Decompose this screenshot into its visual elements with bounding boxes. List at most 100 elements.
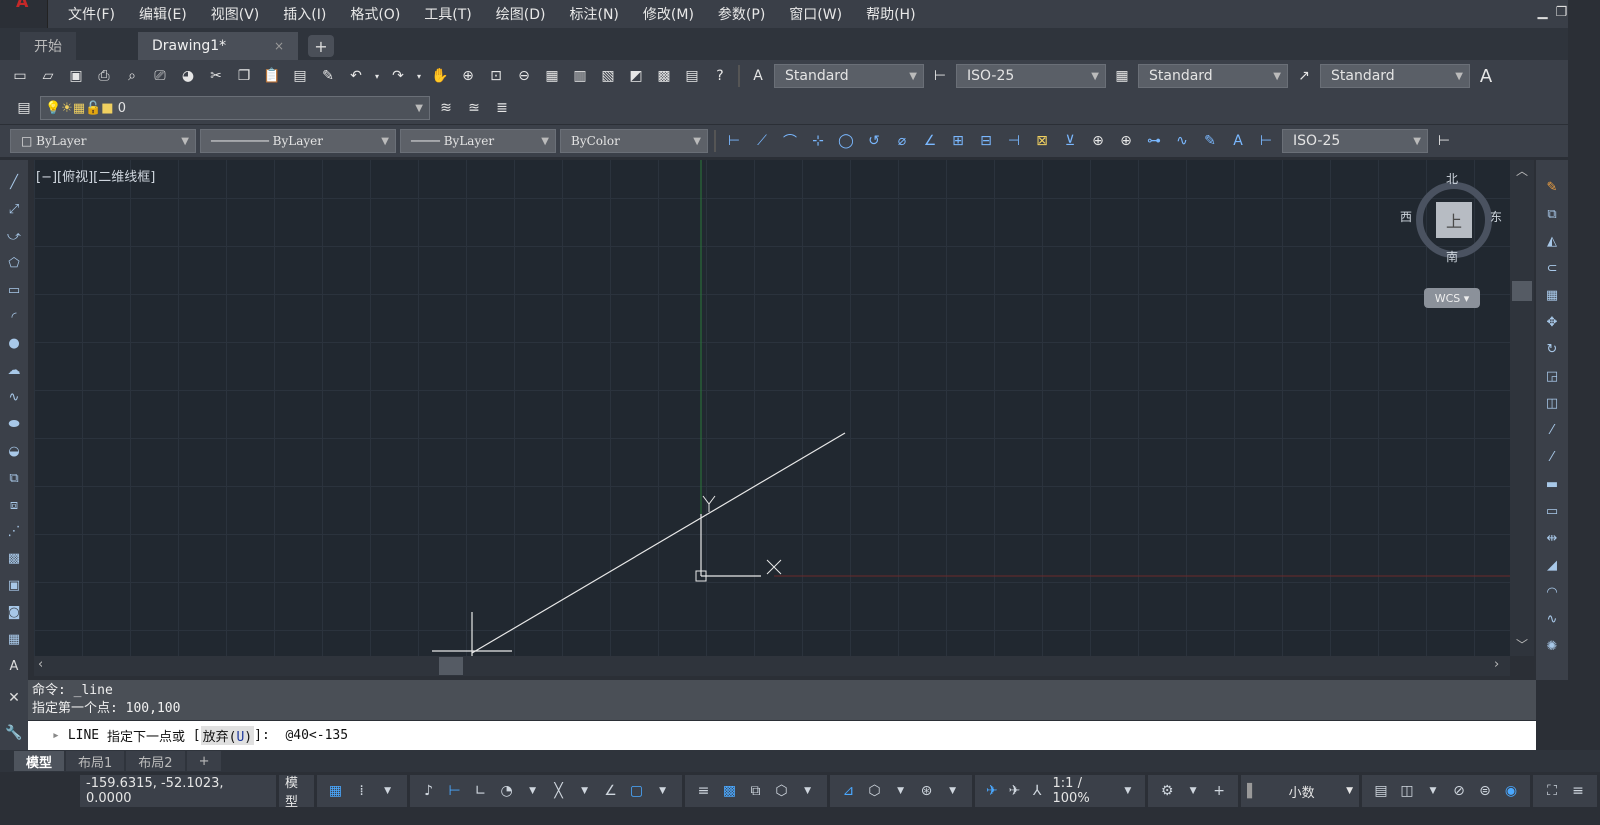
color-select[interactable]: □ ByLayer ▼ [10,129,196,153]
make-block-icon[interactable]: ⧈ [3,494,25,516]
drawn-line[interactable] [471,432,846,654]
new-file-icon[interactable]: ▭ [8,64,32,88]
chamfer-icon[interactable]: ◢ [1541,554,1563,576]
menu-file[interactable]: 文件(F) [56,4,127,24]
annotation-scale-icon[interactable]: ⅄ [1028,780,1047,802]
match-properties-icon[interactable]: ✎ [316,64,340,88]
3d-osnap-dropdown-icon[interactable]: ▼ [797,780,819,802]
mtext-icon[interactable]: A [3,655,25,677]
clean-screen-icon[interactable]: ◉ [1500,780,1522,802]
text-icon[interactable]: A [1474,64,1498,88]
compass-north[interactable]: 北 [1446,170,1458,187]
auto-scale-icon[interactable]: ✈ [1005,780,1024,802]
customize-icon[interactable]: 🔧 [5,725,22,741]
polar-icon[interactable]: ◔ [496,780,518,802]
dim-style-manager-icon[interactable]: ⊢ [1432,129,1456,153]
design-center-icon[interactable]: ▥ [568,64,592,88]
ordinate-dim-icon[interactable]: ⊹ [806,129,830,153]
calculator-icon[interactable]: ▤ [680,64,704,88]
mirror-icon[interactable]: ◭ [1541,230,1563,252]
vertical-scrollbar[interactable]: ︿ ﹀ [1510,160,1534,656]
menu-window[interactable]: 窗口(W) [777,4,854,24]
revision-cloud-icon[interactable]: ☁ [3,360,25,382]
infer-constraints-icon[interactable]: ♪ [418,780,440,802]
lock-ui-icon[interactable]: ◫ [1396,780,1418,802]
trim-icon[interactable]: ⁄ [1541,419,1563,441]
spline-icon[interactable]: ∿ [3,387,25,409]
menu-parametric[interactable]: 参数(P) [706,4,777,24]
line-icon[interactable]: ╱ [3,172,25,194]
save-icon[interactable]: ▣ [64,64,88,88]
menu-help[interactable]: 帮助(H) [854,4,927,24]
offset-icon[interactable]: ⊂ [1541,257,1563,279]
snap-dropdown-icon[interactable]: ▼ [377,780,399,802]
circle-icon[interactable]: ● [3,333,25,355]
print-preview-icon[interactable]: ⌕ [120,64,144,88]
customization-icon[interactable]: ≡ [1567,780,1589,802]
command-input[interactable]: ▸ LINE 指定下一点或 [放弃(U)]: @40<-135 [28,721,1536,750]
polyline-icon[interactable]: ⤻ [3,226,25,248]
quick-properties-icon[interactable]: ▤ [1370,780,1392,802]
annotation-scale-value[interactable]: 1:1 / 100% [1053,776,1113,806]
dim-style-select-2[interactable]: ISO-25 ▼ [1282,129,1428,153]
menu-dimension[interactable]: 标注(N) [558,4,631,24]
snap-icon[interactable]: ⁞ [351,780,373,802]
selection-cycling-icon[interactable]: ⧉ [745,780,767,802]
move-icon[interactable]: ✥ [1541,311,1563,333]
pan-icon[interactable]: ✋ [428,64,452,88]
ellipse-icon[interactable]: ⬬ [3,414,25,436]
workspace-dropdown-icon[interactable]: ▼ [1182,780,1204,802]
ellipse-arc-icon[interactable]: ◒ [3,440,25,462]
3d-osnap-icon[interactable]: ⬡ [771,780,793,802]
help-icon[interactable]: ? [708,64,732,88]
fillet-icon[interactable]: ◠ [1541,581,1563,603]
selection-filter-icon[interactable]: ⬡ [864,780,886,802]
object-snap-icon[interactable]: ▢ [626,780,648,802]
sheet-set-icon[interactable]: ◩ [624,64,648,88]
3d-print-icon[interactable]: ◕ [176,64,200,88]
stretch-icon[interactable]: ◫ [1541,392,1563,414]
paste-icon[interactable]: 📋 [260,64,284,88]
gradient-icon[interactable]: ▣ [3,575,25,597]
dim-style-select[interactable]: ISO-25 ▼ [956,64,1106,88]
polygon-icon[interactable]: ⬠ [3,253,25,275]
baseline-dim-icon[interactable]: ⊟ [974,129,998,153]
insert-block-icon[interactable]: ⧉ [3,467,25,489]
scroll-right-icon[interactable]: › [1494,657,1499,672]
close-command-line-icon[interactable]: ✕ [8,690,20,706]
dim-style-icon[interactable]: ⊢ [928,64,952,88]
gizmo-dropdown-icon[interactable]: ▼ [942,780,964,802]
polar-dropdown-icon[interactable]: ▼ [522,780,544,802]
menu-modify[interactable]: 修改(M) [631,4,706,24]
point-icon[interactable]: ⋰ [3,521,25,543]
menu-tools[interactable]: 工具(T) [412,4,483,24]
units-select[interactable]: ▌ 小数 ▼ [1241,775,1359,807]
menu-format[interactable]: 格式(O) [338,4,412,24]
center-mark-icon[interactable]: ⊕ [1114,129,1138,153]
table-icon[interactable]: ▦ [3,628,25,650]
horizontal-scrollbar[interactable]: ‹ › [34,656,1510,676]
fullscreen-icon[interactable]: ⛶ [1541,780,1563,802]
table-style-icon[interactable]: ▦ [1110,64,1134,88]
layer-state-icon[interactable]: ≣ [490,96,514,120]
menu-insert[interactable]: 插入(I) [271,4,338,24]
jogged-dim-icon[interactable]: ↺ [862,129,886,153]
lineweight-icon[interactable]: ≡ [693,780,715,802]
annotation-visibility-icon[interactable]: ✈ [983,780,1002,802]
tab-layout1[interactable]: 布局1 [66,751,125,771]
print-icon[interactable]: ⎙ [92,64,116,88]
tab-start[interactable]: 开始 [20,32,76,60]
tab-model[interactable]: 模型 [14,751,65,771]
coordinates-display[interactable]: -159.6315, -52.1023, 0.0000 [80,775,276,807]
tolerance-icon[interactable]: ⊕ [1086,129,1110,153]
ucs-menu-button[interactable]: WCS ▾ [1424,288,1480,308]
layer-previous-icon[interactable]: ≊ [462,96,486,120]
zoom-previous-icon[interactable]: ⊖ [512,64,536,88]
mleader-style-select[interactable]: Standard ▼ [1320,64,1470,88]
undo-dropdown-icon[interactable]: ▾ [372,64,382,88]
command-option-undo[interactable]: 放弃(U) [200,726,255,745]
arc-length-icon[interactable]: ⌒ [778,129,802,153]
object-snap-dropdown-icon[interactable]: ▼ [652,780,674,802]
layer-select[interactable]: 💡☀▦🔓■ 0 ▼ [40,96,430,120]
layer-manager-icon[interactable]: ▤ [12,96,36,120]
